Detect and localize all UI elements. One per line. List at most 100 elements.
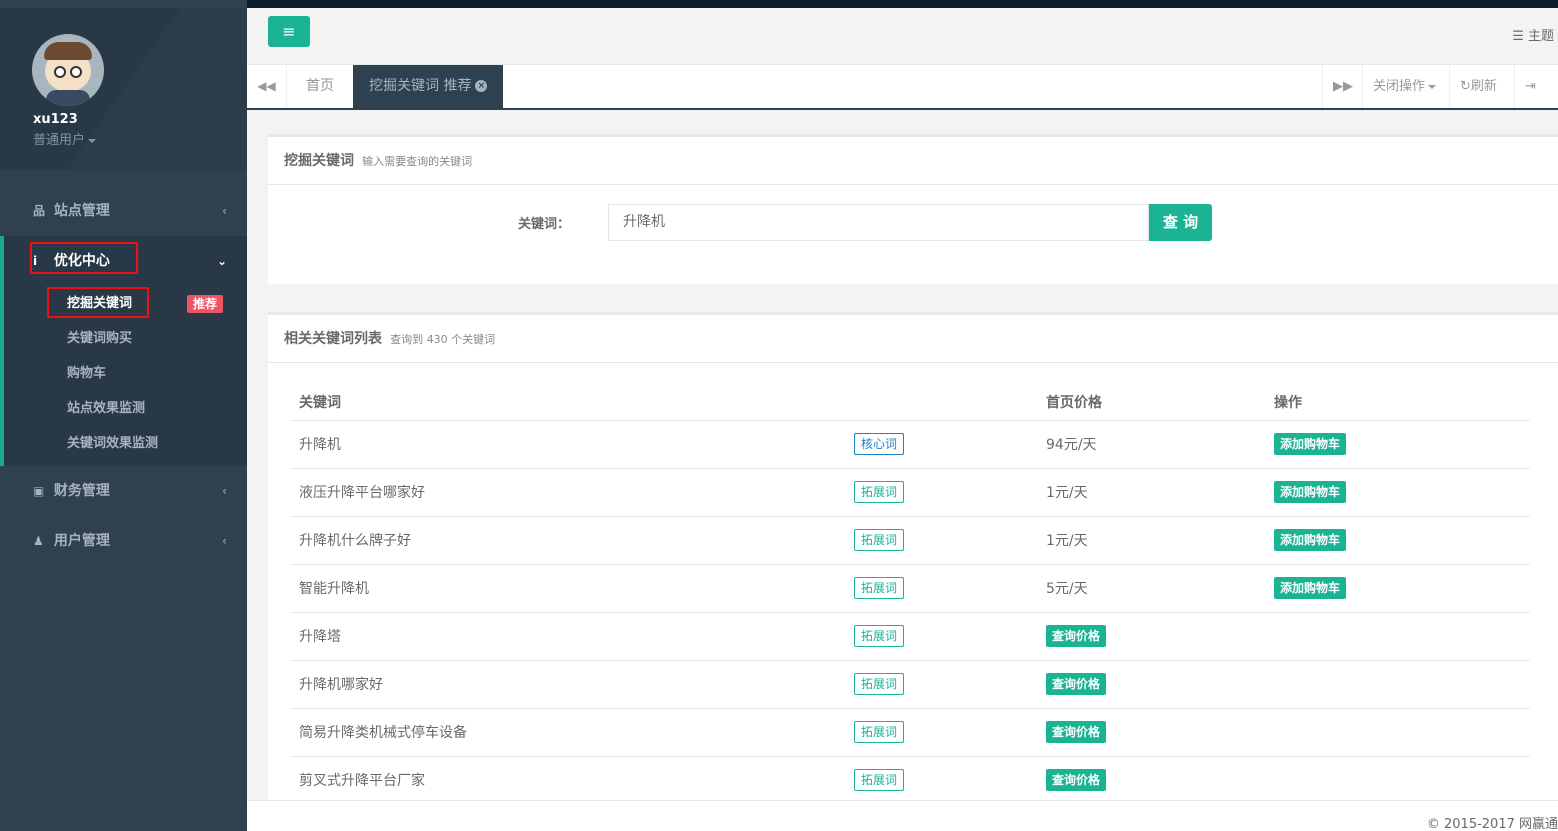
keyword-type-tag: 拓展词 — [854, 529, 905, 551]
username: xu123 — [33, 112, 78, 127]
submenu-item-mine-keywords[interactable]: 挖掘关键词 推荐 — [4, 286, 247, 321]
price-cell: 1元/天 — [1037, 516, 1265, 565]
theme-button[interactable]: ☰ 主题 — [1512, 25, 1554, 44]
search-panel: 挖掘关键词 输入需要查询的关键词 关键词： 升降机 查 询 — [268, 134, 1558, 284]
logout-button[interactable]: ⇥退 — [1514, 65, 1558, 137]
query-price-button[interactable]: 查询价格 — [1046, 721, 1107, 743]
submenu-item-keyword-purchase[interactable]: 关键词购买 — [4, 321, 247, 356]
type-cell: 核心词 — [845, 420, 1037, 469]
table-row: 智能升降机 拓展词 5元/天 添加购物车 — [290, 564, 1530, 613]
table-row: 简易升降类机械式停车设备 拓展词 查询价格 — [290, 708, 1530, 757]
action-cell: 添加购物车 — [1265, 564, 1530, 613]
keyword-field-label: 关键词： — [518, 217, 571, 232]
refresh-button[interactable]: ↻刷新 — [1449, 65, 1514, 108]
sidebar-item-optimization-center[interactable]: i 优化中心 ⌄ — [4, 236, 247, 286]
profile-panel: xu123 普通用户 — [0, 8, 247, 170]
table-row: 液压升降平台哪家好 拓展词 1元/天 添加购物车 — [290, 468, 1530, 517]
close-ops-label: 关闭操作 — [1373, 79, 1426, 94]
price-cell: 5元/天 — [1037, 564, 1265, 613]
keyword-type-tag: 拓展词 — [854, 577, 905, 599]
search-panel-subtitle: 输入需要查询的关键词 — [362, 155, 473, 168]
sign-out-icon: ⇥ — [1525, 79, 1536, 94]
action-cell: 添加购物车 — [1265, 468, 1530, 517]
sidebar-item-finance[interactable]: ▣ 财务管理 ‹ — [0, 466, 247, 516]
query-button[interactable]: 查 询 — [1149, 204, 1212, 241]
highlight-annotation — [47, 287, 149, 318]
sidebar-item-users[interactable]: ♟ 用户管理 ‹ — [0, 516, 247, 566]
money-icon: ▣ — [33, 484, 45, 498]
sidebar-nav: 品 站点管理 ‹ i 优化中心 ⌄ 挖掘关键词 推荐 关键词购买 购物车 站点效… — [0, 186, 247, 566]
tab-mine-keywords[interactable]: 挖掘关键词 推荐 × — [353, 65, 504, 108]
column-header-type — [845, 385, 1037, 421]
menu-toggle-button[interactable]: ≡ — [268, 16, 310, 47]
results-panel-subtitle: 查询到 430 个关键词 — [390, 333, 496, 346]
search-panel-title: 挖掘关键词 — [284, 153, 354, 169]
theme-icon: ☰ — [1512, 29, 1528, 44]
action-cell — [1265, 612, 1530, 661]
tab-home[interactable]: 首页 — [291, 65, 349, 108]
price-cell: 94元/天 — [1037, 420, 1265, 469]
type-cell: 拓展词 — [845, 564, 1037, 613]
table-row: 升降塔 拓展词 查询价格 — [290, 612, 1530, 661]
price-cell: 查询价格 — [1037, 756, 1265, 800]
submenu-item-label: 关键词购买 — [67, 331, 133, 346]
tab-scroll-right-button[interactable]: ▶▶ — [1322, 65, 1362, 108]
avatar[interactable] — [32, 34, 104, 106]
keyword-cell: 升降塔 — [290, 612, 845, 661]
add-to-cart-button[interactable]: 添加购物车 — [1274, 577, 1347, 599]
forward-icon: ▶▶ — [1333, 79, 1353, 94]
action-cell — [1265, 708, 1530, 757]
top-navbar: ≡ ☰ 主题 — [247, 8, 1558, 65]
action-cell: 添加购物车 — [1265, 420, 1530, 469]
results-panel-header: 相关关键词列表 查询到 430 个关键词 — [268, 315, 1558, 363]
chevron-down-icon: ⌄ — [216, 254, 227, 268]
type-cell: 拓展词 — [845, 516, 1037, 565]
query-price-button[interactable]: 查询价格 — [1046, 625, 1107, 647]
refresh-label: 刷新 — [1470, 79, 1497, 94]
close-operations-dropdown[interactable]: 关闭操作 — [1362, 65, 1449, 108]
hamburger-icon: ≡ — [282, 22, 296, 41]
refresh-icon: ↻ — [1460, 79, 1471, 94]
submenu-item-cart[interactable]: 购物车 — [4, 356, 247, 391]
recommend-badge: 推荐 — [187, 295, 224, 313]
keyword-input[interactable]: 升降机 — [608, 204, 1149, 241]
results-panel: 相关关键词列表 查询到 430 个关键词 关键词 首页价格 操作 升降机 核心词 9… — [268, 312, 1558, 800]
tab-scroll-left-button[interactable]: ◀◀ — [247, 65, 287, 108]
results-panel-title: 相关关键词列表 — [284, 331, 382, 347]
add-to-cart-button[interactable]: 添加购物车 — [1274, 433, 1347, 455]
add-to-cart-button[interactable]: 添加购物车 — [1274, 481, 1347, 503]
table-row: 升降机什么牌子好 拓展词 1元/天 添加购物车 — [290, 516, 1530, 565]
sidebar-item-site-management[interactable]: 品 站点管理 ‹ — [0, 186, 247, 236]
add-to-cart-button[interactable]: 添加购物车 — [1274, 529, 1347, 551]
keyword-cell: 剪叉式升降平台厂家 — [290, 756, 845, 800]
table-row: 升降机 核心词 94元/天 添加购物车 — [290, 420, 1530, 469]
sidebar-item-label: 用户管理 — [53, 533, 110, 549]
price-text: 5元/天 — [1046, 581, 1088, 597]
backward-icon: ◀◀ — [257, 79, 276, 93]
keyword-cell: 简易升降类机械式停车设备 — [290, 708, 845, 757]
keyword-type-tag: 拓展词 — [854, 625, 905, 647]
submenu-item-keyword-monitor[interactable]: 关键词效果监测 — [4, 426, 247, 466]
query-price-button[interactable]: 查询价格 — [1046, 673, 1107, 695]
price-text: 1元/天 — [1046, 533, 1088, 549]
type-cell: 拓展词 — [845, 660, 1037, 709]
highlight-annotation — [30, 242, 138, 274]
type-cell: 拓展词 — [845, 612, 1037, 661]
submenu-item-site-monitor[interactable]: 站点效果监测 — [4, 391, 247, 426]
table-header-row: 关键词 首页价格 操作 — [290, 385, 1530, 421]
query-price-button[interactable]: 查询价格 — [1046, 769, 1107, 791]
close-circle-icon[interactable]: × — [475, 80, 488, 92]
user-role-label: 普通用户 — [33, 133, 86, 148]
type-cell: 拓展词 — [845, 708, 1037, 757]
keyword-type-tag: 拓展词 — [854, 481, 905, 503]
submenu-item-label: 关键词效果监测 — [67, 436, 159, 451]
keyword-type-tag: 拓展词 — [854, 673, 905, 695]
price-text: 94元/天 — [1046, 437, 1097, 453]
copyright-text: © 2015-2017 网赢通 — [1426, 817, 1558, 831]
user-role-dropdown[interactable]: 普通用户 — [33, 129, 97, 148]
keyword-cell: 升降机什么牌子好 — [290, 516, 845, 565]
keyword-type-tag: 拓展词 — [854, 721, 905, 743]
column-header-action: 操作 — [1265, 385, 1530, 421]
main-content: 挖掘关键词 输入需要查询的关键词 关键词： 升降机 查 询 相关关键词列表 查询… — [247, 110, 1558, 800]
sidebar-group-optimization: i 优化中心 ⌄ 挖掘关键词 推荐 关键词购买 购物车 站点效果监测 关键词效果… — [0, 236, 247, 466]
